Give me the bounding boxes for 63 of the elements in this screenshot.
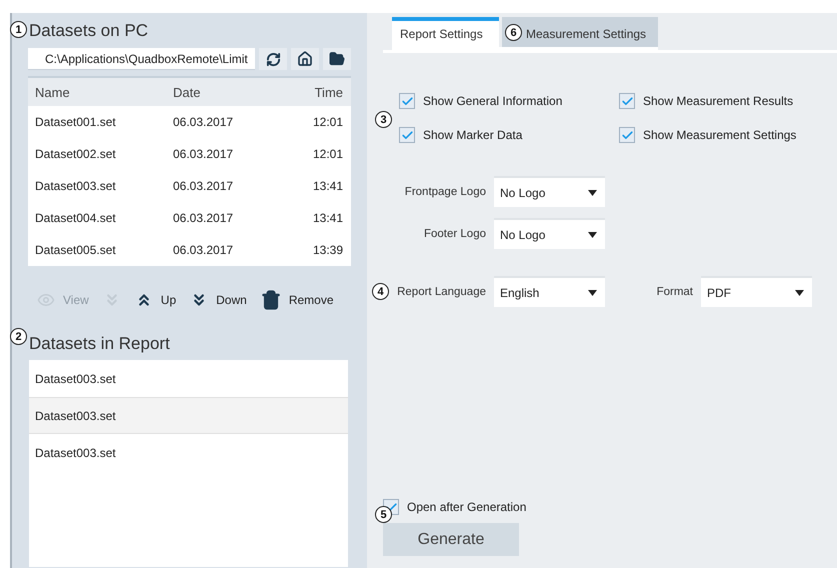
- refresh-button[interactable]: [259, 48, 287, 70]
- dropdown-value: PDF: [707, 286, 731, 300]
- checkmark-icon: [620, 94, 634, 108]
- table-cell-text: 13:39: [312, 243, 343, 257]
- dropdown-value: No Logo: [500, 186, 546, 200]
- checkbox[interactable]: [399, 93, 415, 109]
- folder-icon: [329, 51, 345, 67]
- checkbox-label: Open after Generation: [407, 500, 526, 514]
- dropdown-value: English: [500, 286, 540, 300]
- checkmark-icon: [620, 128, 634, 142]
- checkbox[interactable]: [619, 127, 635, 143]
- table-cell-text: 06.03.2017: [173, 179, 234, 193]
- table-cell-text: 13:41: [312, 211, 343, 225]
- dropdown[interactable]: No Logo: [494, 218, 605, 249]
- field-label: Footer Logo: [424, 228, 486, 240]
- refresh-icon: [266, 52, 280, 66]
- table-cell-text: 06.03.2017: [173, 211, 234, 225]
- dropdown-caret-icon: [588, 290, 597, 296]
- table-cell-text: Dataset002.set: [35, 147, 117, 161]
- section-title: Datasets in Report: [29, 334, 171, 354]
- dropdown[interactable]: No Logo: [494, 176, 605, 207]
- checkmark-icon: [400, 128, 414, 142]
- list-item[interactable]: Dataset003.set: [29, 397, 348, 434]
- home-button[interactable]: [291, 48, 319, 70]
- table-cell-text: Dataset001.set: [35, 115, 117, 129]
- checkbox-label: Show Measurement Settings: [643, 128, 796, 142]
- generate-button[interactable]: Generate: [383, 523, 519, 556]
- table-cell-text: 06.03.2017: [173, 147, 234, 161]
- dropdown-caret-icon: [795, 290, 804, 296]
- table-cell-text: Dataset005.set: [35, 243, 117, 257]
- table-cell-text: 12:01: [312, 147, 343, 161]
- dropdown[interactable]: English: [494, 276, 605, 307]
- home-icon: [297, 51, 313, 67]
- column-header: Name: [35, 84, 71, 100]
- table-cell-text: 06.03.2017: [173, 115, 234, 129]
- table-cell-text: Dataset003.set: [35, 179, 117, 193]
- section-title: Datasets on PC: [29, 21, 150, 41]
- tab[interactable]: Report Settings: [392, 17, 499, 47]
- table-cell-text: 12:01: [312, 115, 343, 129]
- dropdown-caret-icon: [588, 232, 597, 238]
- field-label: Report Language: [397, 286, 486, 298]
- table-cell-text: 06.03.2017: [173, 243, 234, 257]
- table-cell-text: 13:41: [312, 179, 343, 193]
- field-label: Format: [656, 286, 693, 298]
- dropdown-caret-icon: [588, 190, 597, 196]
- checkbox-label: Show Marker Data: [423, 128, 522, 142]
- checkbox-label: Show Measurement Results: [643, 94, 794, 108]
- up-button[interactable]: Up: [134, 291, 176, 309]
- field-label: Frontpage Logo: [404, 186, 486, 198]
- checkbox[interactable]: [399, 127, 415, 143]
- trash-icon: [260, 290, 281, 310]
- column-header: Time: [314, 84, 343, 100]
- down-button[interactable]: Down: [190, 291, 247, 309]
- checkbox-label: Show General Information: [423, 94, 562, 108]
- checkbox[interactable]: [619, 93, 635, 109]
- remove-button[interactable]: Remove: [260, 290, 334, 310]
- table-cell-text: Dataset004.set: [35, 211, 117, 225]
- checkmark-icon: [400, 94, 414, 108]
- path-field[interactable]: C:\Applications\QuadboxRemote\Limit: [28, 48, 255, 70]
- folder-button[interactable]: [323, 48, 351, 70]
- column-header: Date: [173, 84, 202, 100]
- dropdown[interactable]: PDF: [701, 276, 812, 307]
- dropdown-value: No Logo: [500, 228, 546, 242]
